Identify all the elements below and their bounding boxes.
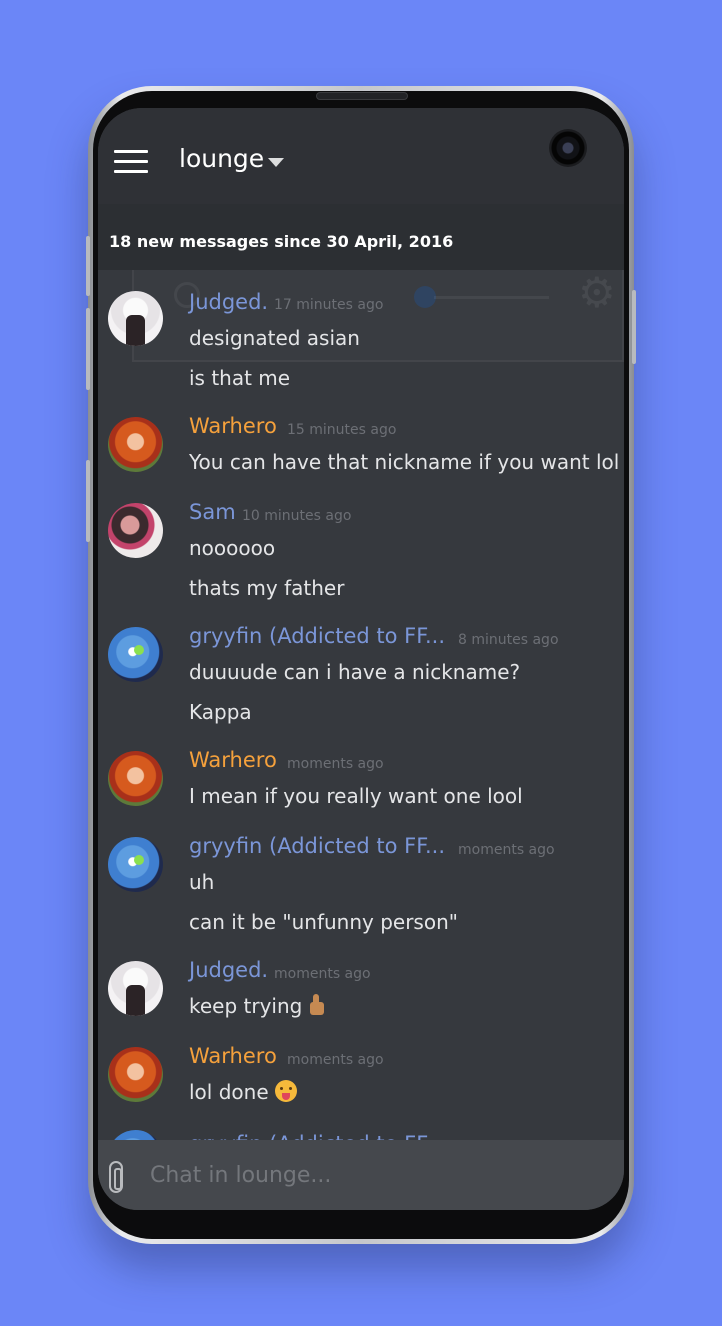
timestamp: 17 minutes ago <box>274 297 384 313</box>
avatar[interactable] <box>108 291 163 346</box>
ghost-slider-knob <box>414 286 436 308</box>
paperclip-icon[interactable] <box>109 1161 123 1193</box>
message-text: noooooo <box>189 536 276 560</box>
message-text: duuuude can i have a nickname? <box>189 660 521 684</box>
message-line: keep trying <box>189 994 326 1018</box>
timestamp: moments ago <box>274 966 371 982</box>
username[interactable]: Judged. <box>189 958 268 982</box>
avatar[interactable] <box>108 417 163 472</box>
message-line: lol done <box>189 1080 297 1104</box>
message-text: lol done <box>189 1080 269 1104</box>
message-text: is that me <box>189 366 291 390</box>
username[interactable]: Warhero <box>189 748 277 772</box>
username[interactable]: Judged. <box>189 290 268 314</box>
message-text: thats my father <box>189 576 345 600</box>
timestamp: 10 minutes ago <box>242 508 352 524</box>
timestamp: moments ago <box>287 756 384 772</box>
avatar[interactable] <box>108 503 163 558</box>
power-key <box>632 290 636 364</box>
avatar[interactable] <box>108 751 163 806</box>
avatar[interactable] <box>108 837 163 892</box>
hamburger-menu-icon[interactable] <box>114 150 148 174</box>
volume-down-key <box>86 308 90 390</box>
avatar[interactable] <box>108 1047 163 1102</box>
ghost-slider-track <box>434 296 549 299</box>
username[interactable]: Warhero <box>189 1044 277 1068</box>
chat-input[interactable] <box>150 1154 610 1196</box>
message-text: You can have that nickname if you want l… <box>189 450 620 474</box>
app-screen: lounge ⚙ 18 new messages since 30 April,… <box>98 108 624 1210</box>
message-text: designated asian <box>189 326 360 350</box>
timestamp: 8 minutes ago <box>458 632 559 648</box>
volume-up-key <box>86 236 90 296</box>
timestamp: moments ago <box>287 1052 384 1068</box>
message-text: Kappa <box>189 700 252 724</box>
username[interactable]: gryyfin (Addicted to FF... <box>189 624 445 648</box>
channel-dropdown-icon[interactable] <box>268 158 284 167</box>
message-text: I mean if you really want one lool <box>189 784 523 808</box>
new-messages-banner-text: 18 new messages since 30 April, 2016 <box>109 232 454 251</box>
ghost-gear-icon: ⚙ <box>578 268 616 317</box>
username[interactable]: Warhero <box>189 414 277 438</box>
avatar[interactable] <box>108 627 163 682</box>
channel-header: lounge <box>98 108 624 204</box>
channel-title[interactable]: lounge <box>179 144 264 173</box>
message-text: can it be "unfunny person" <box>189 910 458 934</box>
avatar[interactable] <box>108 961 163 1016</box>
earpiece-speaker <box>316 92 408 100</box>
face-with-tongue-icon <box>274 1080 297 1102</box>
message-text: uh <box>189 870 215 894</box>
message-text: keep trying <box>189 994 303 1018</box>
username[interactable]: Sam <box>189 500 236 524</box>
username[interactable]: gryyfin (Addicted to FF... <box>189 834 445 858</box>
bixby-key <box>86 460 90 542</box>
thumbs-up-icon <box>308 994 326 1016</box>
timestamp: moments ago <box>458 842 555 858</box>
message-composer <box>98 1140 624 1210</box>
timestamp: 15 minutes ago <box>287 422 397 438</box>
front-camera-icon <box>549 129 587 167</box>
